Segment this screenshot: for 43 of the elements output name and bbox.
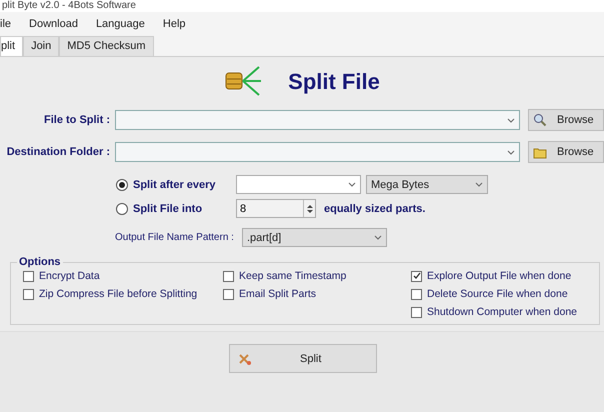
dropdown-caret-icon — [507, 118, 515, 122]
field-label: File to Split : — [43, 114, 110, 126]
window-title: plit Byte v2.0 - 4Bots Software — [2, 0, 136, 12]
option-checkbox[interactable]: Explore Output File when done — [411, 270, 591, 282]
pattern-dropdown[interactable]: .part[d] — [242, 228, 387, 247]
unit-dropdown[interactable]: Mega Bytes — [366, 175, 488, 194]
menu-item[interactable]: Language — [96, 18, 145, 30]
tab[interactable]: plit — [0, 36, 24, 56]
page-heading: Split File — [288, 69, 380, 95]
path-combo-field[interactable] — [115, 110, 520, 130]
size-combo-field[interactable] — [236, 175, 361, 194]
split-button[interactable]: Split — [229, 344, 377, 373]
option-checkbox[interactable]: Zip Compress File before Splitting — [23, 288, 223, 300]
path-combo-field[interactable] — [115, 142, 520, 162]
dropdown-caret-icon — [507, 150, 515, 154]
radio-button[interactable] — [116, 202, 128, 214]
pattern-label: Output File Name Pattern : — [115, 232, 234, 243]
option-checkbox[interactable]: Email Split Parts — [223, 288, 411, 300]
radio-label: Split after every — [133, 178, 217, 190]
option-checkbox[interactable]: Shutdown Computer when done — [411, 306, 591, 318]
browse-button[interactable]: Browse — [528, 141, 604, 163]
menu-item[interactable]: Download — [29, 18, 78, 30]
magnifier-icon — [533, 113, 547, 127]
browse-button[interactable]: Browse — [528, 109, 604, 131]
menu-item[interactable]: ile — [0, 18, 12, 30]
radio-label: Split File into — [133, 202, 204, 214]
options-title: Options — [18, 256, 62, 268]
option-checkbox[interactable]: Keep same Timestamp — [223, 270, 411, 282]
dropdown-caret-icon — [475, 182, 483, 187]
tab[interactable]: Join — [23, 36, 60, 56]
checkmark-icon — [412, 272, 420, 280]
option-checkbox[interactable]: Encrypt Data — [23, 270, 223, 282]
radio-button[interactable] — [116, 178, 128, 190]
menu-item[interactable]: Help — [162, 18, 186, 30]
spin-arrows-icon — [306, 202, 312, 214]
dropdown-caret-icon — [374, 235, 382, 240]
field-label: Destination Folder : — [6, 146, 110, 158]
tab[interactable]: MD5 Checksum — [59, 36, 154, 56]
parts-spin-field[interactable]: 8 — [236, 199, 316, 218]
option-checkbox[interactable]: Delete Source File when done — [411, 288, 591, 300]
parts-suffix-text: equally sized parts. — [324, 202, 426, 214]
dropdown-caret-icon — [348, 182, 356, 187]
folder-icon — [533, 146, 547, 158]
